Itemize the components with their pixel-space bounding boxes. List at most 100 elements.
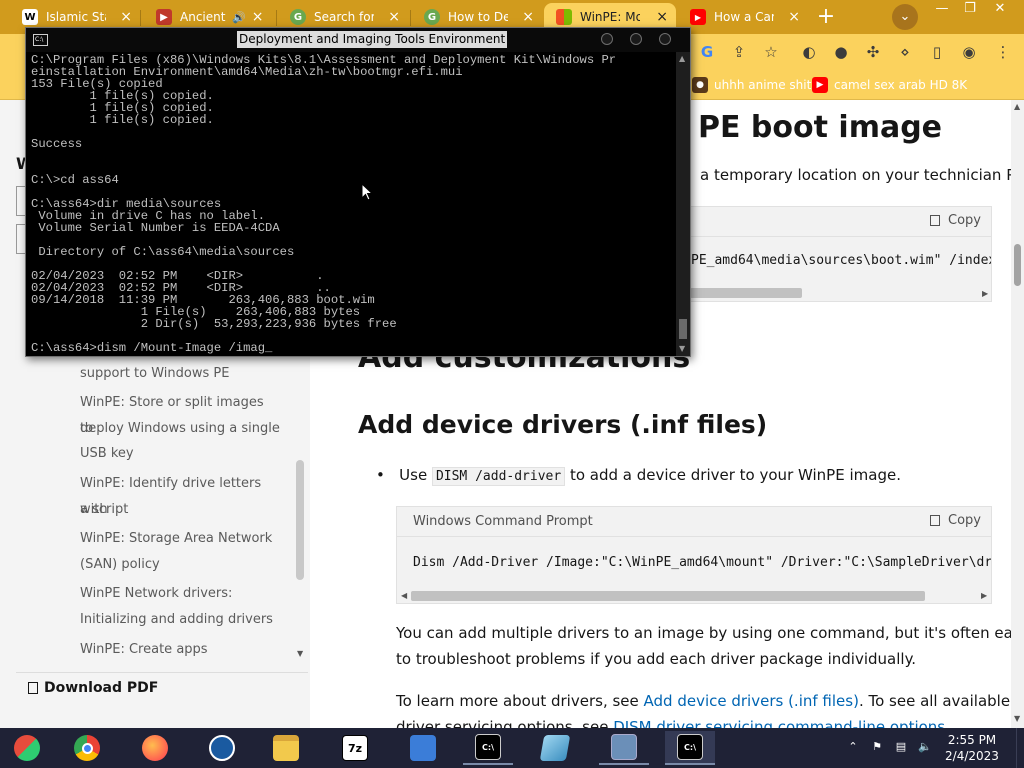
media-icon: ▶ <box>156 9 172 25</box>
google-lens-icon[interactable]: G <box>698 43 716 61</box>
extensions-puzzle-icon[interactable]: ✣ <box>864 43 882 61</box>
code-line: Dism /Add-Driver /Image:"C:\WinPE_amd64\… <box>413 555 991 570</box>
tab-separator <box>140 10 141 26</box>
sidebar-item[interactable]: a script <box>80 497 280 523</box>
cmd-icon: C:\ <box>677 734 703 760</box>
scroll-left-icon[interactable]: ◀ <box>401 591 407 600</box>
taskbar-app-start-icon[interactable] <box>2 731 52 765</box>
taskbar-app-chrome-icon[interactable] <box>62 731 112 765</box>
sidebar-item[interactable]: WinPE: Storage Area Network <box>80 526 280 552</box>
taskbar-app-firefox-icon[interactable] <box>130 731 180 765</box>
new-tab-button[interactable]: + <box>813 5 839 29</box>
bullet-icon: • <box>376 466 400 484</box>
kebab-menu-icon[interactable]: ⋮ <box>994 43 1012 61</box>
show-desktop-button[interactable] <box>1016 728 1024 768</box>
extension-flag-icon[interactable]: ◐ <box>800 43 818 61</box>
sidebar-scrollbar[interactable] <box>296 460 304 580</box>
bullet-text: Use <box>399 466 432 484</box>
taskbar-app-computer-icon[interactable] <box>599 731 649 765</box>
taskbar-app-notepad-icon[interactable] <box>530 731 580 765</box>
sidebar-item[interactable]: USB key <box>80 441 280 467</box>
console-line: Volume Serial Number is EEDA-4CDA <box>31 221 280 235</box>
close-icon[interactable] <box>659 33 671 45</box>
scroll-right-icon[interactable]: ▶ <box>981 591 987 600</box>
minimize-icon[interactable] <box>601 33 613 45</box>
scroll-up-icon[interactable]: ▲ <box>1014 102 1020 111</box>
console-line: C:\ass64>dism /Mount-Image /imag_ <box>31 341 273 355</box>
bookmark-star-icon[interactable]: ☆ <box>762 43 780 61</box>
reading-list-icon[interactable]: ⋄ <box>896 43 914 61</box>
share-icon[interactable]: ⇪ <box>730 43 748 61</box>
paragraph: You can add multiple drivers to an image… <box>396 624 1024 642</box>
scroll-down-icon[interactable]: ▼ <box>1014 714 1020 723</box>
taskbar-app-7zip-icon[interactable]: 7z <box>330 731 380 765</box>
download-pdf-link[interactable]: Download PDF <box>28 680 158 696</box>
show-hidden-icons-icon[interactable]: ⌃ <box>846 740 860 754</box>
close-icon[interactable]: × <box>388 9 400 25</box>
close-window-icon[interactable]: ✕ <box>986 0 1014 20</box>
console-scrollbar[interactable]: ▲ ▼ <box>676 52 690 356</box>
sidebar-item[interactable]: support to Windows PE <box>80 361 280 387</box>
tab-separator <box>276 10 277 26</box>
copy-button[interactable]: Copy <box>930 213 981 228</box>
taskbar-app-cmd-icon[interactable]: C:\ <box>463 731 513 765</box>
scroll-thumb[interactable] <box>1014 244 1021 286</box>
network-icon[interactable]: ▤ <box>894 740 908 754</box>
restore-icon[interactable]: ❐ <box>956 0 984 20</box>
page-scrollbar[interactable]: ▲ ▼ <box>1011 100 1024 728</box>
maximize-icon[interactable] <box>630 33 642 45</box>
youtube-icon: ▶ <box>690 9 706 25</box>
taskbar-app-obama-icon[interactable] <box>197 731 247 765</box>
profile-icon[interactable]: ◉ <box>960 43 978 61</box>
code-line: PE_amd64\media\sources\boot.wim" /index <box>691 253 991 268</box>
console-app-icon[interactable]: C:\ <box>33 34 48 46</box>
chevron-down-icon[interactable]: ⌄ <box>892 4 918 30</box>
code-scrollbar[interactable] <box>411 591 925 601</box>
chrome-icon <box>74 735 100 761</box>
copy-button[interactable]: Copy <box>930 513 981 528</box>
tab-label: Ancient <box>180 10 226 24</box>
volume-icon[interactable]: 🔈 <box>918 740 932 754</box>
scroll-down-icon[interactable]: ▼ <box>679 344 685 353</box>
sidebar-item[interactable]: (SAN) policy <box>80 552 280 578</box>
close-icon[interactable]: × <box>522 9 534 25</box>
scroll-thumb[interactable] <box>679 319 687 339</box>
scroll-up-icon[interactable]: ▲ <box>679 54 685 63</box>
copy-icon <box>930 515 941 526</box>
sidebar-item[interactable]: Initializing and adding drivers <box>80 607 280 633</box>
bookmark-item[interactable]: ▶ camel sex arab HD 8K <box>812 77 967 93</box>
extension-avatar-icon[interactable]: ● <box>832 43 850 61</box>
code-header: Windows Command Prompt Copy <box>397 507 991 537</box>
side-panel-icon[interactable]: ▯ <box>928 43 946 61</box>
paragraph: To learn more about drivers, see Add dev… <box>396 688 1024 714</box>
code-scrollbar[interactable] <box>690 288 802 298</box>
speaker-icon[interactable]: 🔊 <box>232 11 246 24</box>
sidebar-item[interactable]: deploy Windows using a single <box>80 416 280 442</box>
add-device-drivers-link[interactable]: Add device drivers (.inf files) <box>644 692 859 710</box>
taskbar-app-cmd-active-icon[interactable]: C:\ <box>665 731 715 765</box>
flag-icon[interactable]: ⚑ <box>870 740 884 754</box>
system-clock[interactable]: 2:55 PM 2/4/2023 <box>940 732 1004 764</box>
notepad-icon <box>539 735 571 761</box>
close-icon[interactable]: × <box>656 9 668 25</box>
console-window[interactable]: C:\ Deployment and Imaging Tools Environ… <box>25 27 691 357</box>
taskbar-app-file-explorer-icon[interactable] <box>261 731 311 765</box>
taskbar-app-window-icon[interactable] <box>398 731 448 765</box>
divider <box>16 672 308 673</box>
firefox-icon <box>142 735 168 761</box>
bookmark-item[interactable]: ● uhhh anime shit <box>692 77 811 93</box>
tab-how-a-camel[interactable]: ▶ How a Camel × <box>678 3 808 31</box>
console-output[interactable]: C:\Program Files (x86)\Windows Kits\8.1\… <box>31 54 675 356</box>
close-icon[interactable]: × <box>788 9 800 25</box>
code-block-title: Windows Command Prompt <box>413 514 593 529</box>
scroll-right-icon[interactable]: ▶ <box>982 289 988 298</box>
close-icon[interactable]: × <box>120 9 132 25</box>
sidebar-item[interactable]: WinPE Network drivers: <box>80 581 280 607</box>
close-icon[interactable]: × <box>252 9 264 25</box>
scroll-down-icon[interactable]: ▼ <box>297 649 303 658</box>
console-titlebar[interactable]: C:\ Deployment and Imaging Tools Environ… <box>26 28 690 52</box>
minimize-icon[interactable]: — <box>928 0 956 20</box>
sidebar-item[interactable]: WinPE: Create apps <box>80 637 280 663</box>
wikipedia-icon: W <box>22 9 38 25</box>
